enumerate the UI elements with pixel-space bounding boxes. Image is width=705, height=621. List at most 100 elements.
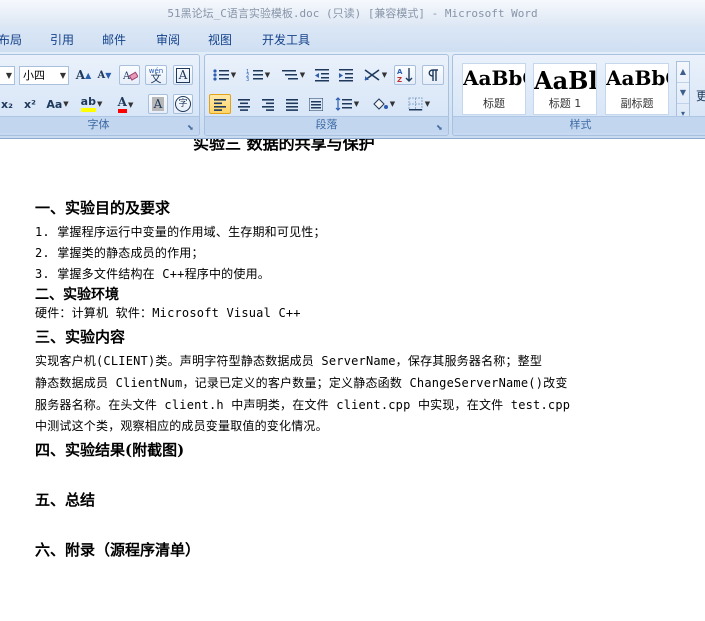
multilevel-list-button[interactable]: ▼ — [278, 65, 308, 85]
objective-line: 3. 掌握多文件结构在 C++程序中的使用。 — [35, 267, 270, 281]
clear-formatting-button[interactable]: A — [119, 65, 140, 85]
document-title: 实验三 数据的共享与保护 — [193, 139, 375, 153]
char-border-icon: A — [175, 67, 191, 83]
grow-font-icon: A — [75, 68, 86, 82]
scroll-down-icon[interactable]: ▼ — [677, 83, 689, 104]
numbered-list-icon: 123 — [246, 69, 263, 82]
phonetic-guide-button[interactable]: wén 文 — [145, 65, 167, 85]
chinese-layout-button[interactable]: ▼ — [360, 65, 390, 85]
styles-group-label: 样式 — [453, 116, 705, 133]
line-spacing-icon — [335, 97, 352, 111]
grow-font-button[interactable]: A ▲ — [74, 65, 93, 85]
line-spacing-button[interactable]: ▼ — [331, 94, 363, 114]
char-shading-button[interactable]: A — [148, 94, 168, 114]
font-group: ▼ 小四 ▼ A ▲ A ▼ A wén 文 A x₂ x² Aa ▼ ab ▼… — [0, 54, 200, 136]
ribbon-tabs: 布局 引用 邮件 审阅 视图 开发工具 — [0, 26, 705, 52]
decrease-indent-button[interactable] — [312, 65, 332, 85]
style-subtitle-name: 副标题 — [620, 97, 654, 110]
styles-group: AaBbC 标题 AaBl 标题 1 AaBbC 副标题 ▲ ▼ ▾ 更 样式 — [452, 54, 705, 136]
align-right-button[interactable] — [257, 94, 279, 114]
bullets-button[interactable]: ▼ — [209, 65, 239, 85]
char-border-button[interactable]: A — [173, 65, 193, 85]
title-bar: 51黑论坛_C语言实验模板.doc (只读) [兼容模式] - Microsof… — [0, 0, 705, 27]
justify-button[interactable] — [281, 94, 303, 114]
style-title[interactable]: AaBbC 标题 — [462, 63, 526, 115]
environment-line: 硬件：计算机 软件：Microsoft Visual C++ — [35, 306, 301, 320]
window-title: 51黑论坛_C语言实验模板.doc (只读) [兼容模式] - Microsof… — [167, 7, 538, 20]
shrink-font-button[interactable]: A ▼ — [95, 65, 114, 85]
distributed-icon — [309, 97, 323, 111]
char-shading-icon: A — [151, 97, 165, 111]
enclose-char-button[interactable]: 字 — [173, 94, 193, 114]
distributed-button[interactable] — [305, 94, 327, 114]
font-size-value: 小四 — [23, 69, 45, 82]
font-name-dropdown[interactable]: ▼ — [0, 66, 15, 85]
justify-icon — [286, 98, 298, 111]
section-heading: 一、实验目的及要求 — [35, 199, 171, 217]
dialog-launcher-icon[interactable]: ⬊ — [187, 123, 196, 132]
align-center-button[interactable] — [233, 94, 255, 114]
section-heading: 五、总结 — [35, 491, 96, 509]
tab-developer[interactable]: 开发工具 — [262, 31, 310, 48]
svg-text:Z: Z — [397, 76, 402, 83]
style-subtitle-sample: AaBbC — [606, 66, 668, 90]
section-heading: 六、附录（源程序清单） — [35, 541, 201, 559]
highlighter-icon: ab — [80, 96, 96, 112]
font-color-button[interactable]: A ▼ — [110, 94, 141, 114]
font-group-label: 字体 — [0, 116, 199, 133]
scroll-up-icon[interactable]: ▲ — [677, 62, 689, 83]
pilcrow-icon — [428, 69, 438, 81]
align-center-icon — [238, 98, 250, 111]
highlight-button[interactable]: ab ▼ — [76, 94, 107, 114]
ribbon: ▼ 小四 ▼ A ▲ A ▼ A wén 文 A x₂ x² Aa ▼ ab ▼… — [0, 52, 705, 139]
tab-references[interactable]: 引用 — [50, 31, 74, 48]
content-line: 实现客户机(CLIENT)类。声明字符型静态数据成员 ServerName，保存… — [35, 354, 543, 368]
sort-button[interactable]: AZ — [394, 65, 416, 85]
tab-view[interactable]: 视图 — [208, 31, 232, 48]
align-left-icon — [214, 98, 226, 111]
tab-layout[interactable]: 布局 — [0, 31, 22, 48]
enclose-char-icon: 字 — [175, 96, 191, 112]
shrink-font-icon: A — [97, 69, 106, 81]
increase-indent-button[interactable] — [336, 65, 356, 85]
align-left-button[interactable] — [209, 94, 231, 114]
decrease-indent-icon — [315, 69, 329, 82]
style-title-name: 标题 — [483, 97, 505, 110]
svg-text:3: 3 — [246, 77, 249, 82]
border-icon — [408, 97, 423, 111]
tab-mailings[interactable]: 邮件 — [102, 31, 126, 48]
section-heading: 四、实验结果(附截图) — [35, 441, 185, 459]
content-line: 中测试这个类，观察相应的成员变量取值的变化情况。 — [35, 419, 328, 433]
eraser-icon: A — [122, 71, 138, 82]
style-heading-1[interactable]: AaBl 标题 1 — [533, 63, 597, 115]
superscript-button[interactable]: x² — [20, 94, 40, 114]
numbering-button[interactable]: 1 2 3 ▼ — [243, 65, 273, 85]
content-line: 静态数据成员 ClientNum，记录已定义的客户数量；定义静态函数 Chang… — [35, 376, 568, 390]
shading-button[interactable]: ▼ — [367, 94, 399, 114]
increase-indent-icon — [339, 69, 353, 82]
section-heading: 三、实验内容 — [35, 328, 126, 346]
show-formatting-button[interactable] — [422, 65, 444, 85]
subscript-icon: x₂ — [1, 97, 13, 111]
sort-icon: AZ — [397, 68, 413, 83]
bullet-list-icon — [213, 69, 229, 81]
superscript-icon: x² — [24, 97, 36, 111]
subscript-button[interactable]: x₂ — [0, 94, 15, 114]
tab-review[interactable]: 审阅 — [156, 31, 180, 48]
borders-button[interactable]: ▼ — [403, 94, 435, 114]
paragraph-group-label: 段落 — [205, 116, 448, 133]
dialog-launcher-icon[interactable]: ⬊ — [436, 123, 445, 132]
style-heading-1-sample: AaBl — [534, 66, 596, 95]
change-case-button[interactable]: Aa ▼ — [44, 94, 71, 114]
svg-text:A: A — [397, 68, 403, 76]
chevron-down-icon: ▼ — [5, 71, 12, 80]
font-size-dropdown[interactable]: 小四 ▼ — [19, 66, 69, 85]
font-color-icon: A — [117, 95, 127, 113]
style-subtitle[interactable]: AaBbC 副标题 — [605, 63, 669, 115]
change-styles-button[interactable]: 更 — [696, 87, 705, 104]
document-page[interactable]: 实验三 数据的共享与保护 一、实验目的及要求 1. 掌握程序运行中变量的作用域、… — [0, 139, 705, 621]
objective-line: 2. 掌握类的静态成员的作用； — [35, 246, 204, 260]
change-case-icon: Aa — [46, 97, 63, 111]
objective-line: 1. 掌握程序运行中变量的作用域、生存期和可见性； — [35, 225, 326, 239]
content-line: 服务器名称。在头文件 client.h 中声明类，在文件 client.cpp … — [35, 398, 571, 412]
